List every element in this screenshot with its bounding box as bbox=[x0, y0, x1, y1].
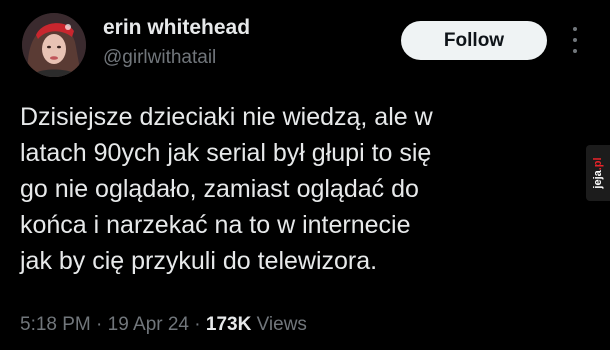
display-name[interactable]: erin whitehead bbox=[103, 16, 250, 40]
tweet-time[interactable]: 5:18 PM bbox=[20, 314, 91, 335]
avatar-photo bbox=[22, 13, 86, 77]
tweet-line: jak by cię przykuli do telewizora. bbox=[20, 247, 378, 275]
tweet-line: go nie oglądało, zamiast oglądać do bbox=[20, 175, 419, 203]
meta-separator: · bbox=[194, 314, 201, 335]
tweet-line: Dzisiejsze dzieciaki nie wiedzą, ale w bbox=[20, 103, 433, 131]
watermark-logo: jeja.pl bbox=[586, 145, 610, 201]
tweet-meta: 5:18 PM · 19 Apr 24 · 173K Views bbox=[20, 314, 307, 336]
avatar[interactable] bbox=[22, 13, 86, 77]
views-label: Views bbox=[256, 314, 307, 335]
more-dot bbox=[573, 38, 577, 42]
watermark-logo-graphic: jeja.pl bbox=[592, 157, 604, 189]
follow-button[interactable]: Follow bbox=[401, 21, 547, 60]
tweet-date[interactable]: 19 Apr 24 bbox=[108, 314, 189, 335]
user-handle[interactable]: @girlwithatail bbox=[103, 47, 216, 69]
tweet-text: Dzisiejsze dzieciaki nie wiedzą, ale w l… bbox=[20, 99, 540, 279]
meta-separator: · bbox=[96, 314, 103, 335]
more-vertical-icon[interactable] bbox=[568, 25, 582, 55]
tweet-line: latach 90ych jak serial był głupi to się bbox=[20, 139, 432, 167]
more-dot bbox=[573, 27, 577, 31]
more-dot bbox=[573, 49, 577, 53]
views-count: 173K bbox=[205, 314, 252, 335]
svg-text:jeja.pl: jeja.pl bbox=[592, 157, 604, 189]
tweet-line: końca i narzekać na to w internecie bbox=[20, 211, 411, 239]
